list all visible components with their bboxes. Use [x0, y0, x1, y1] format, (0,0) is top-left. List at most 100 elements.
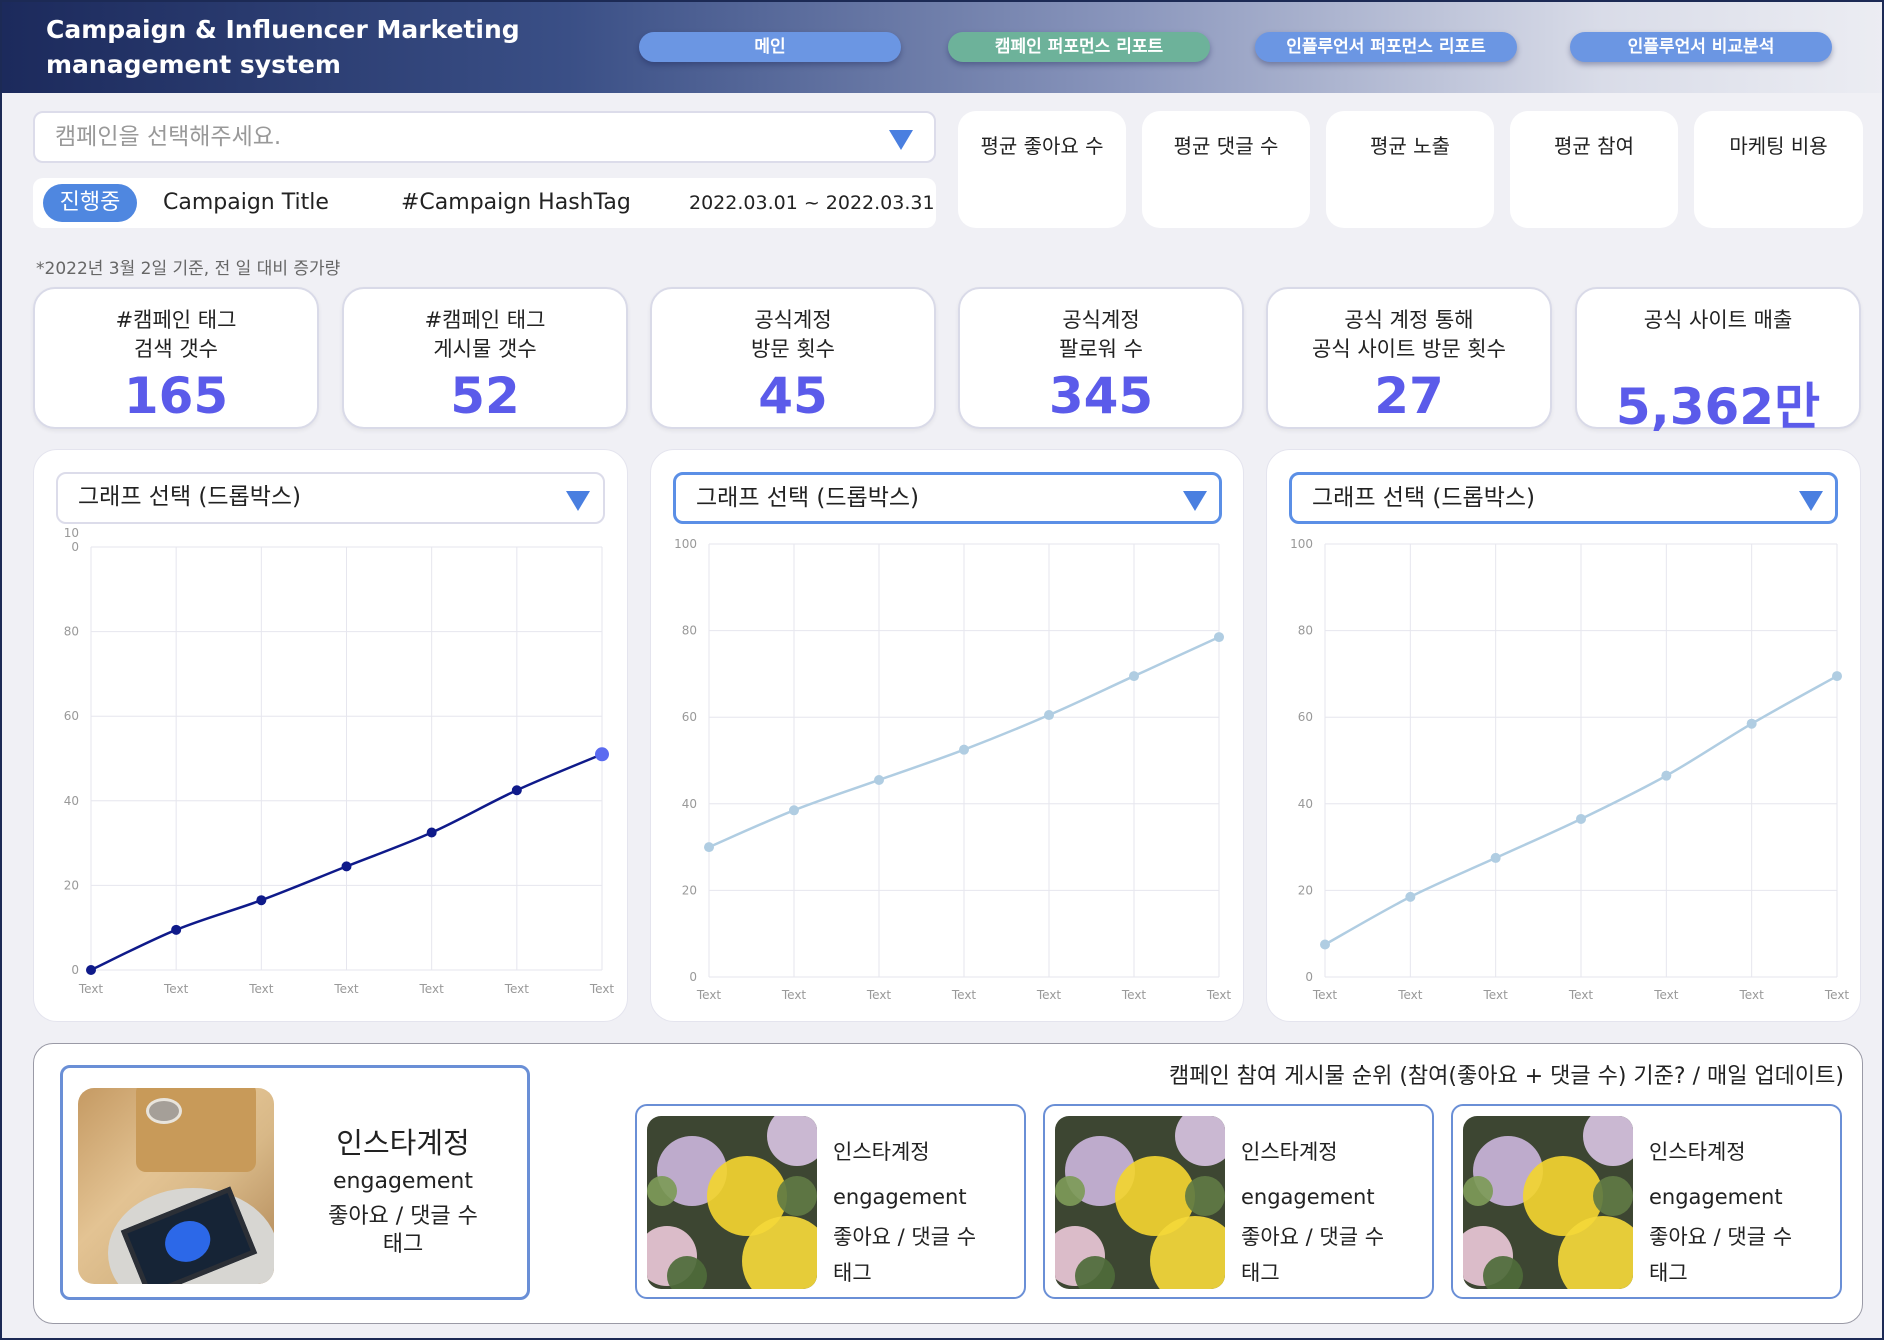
stat-value: 27 [1374, 367, 1444, 425]
y-tick-label: 40 [1298, 797, 1313, 811]
data-point [1576, 813, 1586, 824]
stat-card-official-visits: 공식계정 방문 횟수 45 [650, 287, 936, 429]
post-image [647, 1116, 817, 1289]
y-tick-label: 0 [71, 540, 79, 554]
post-likes-comments: 좋아요 / 댓글 수 [1649, 1225, 1793, 1249]
stat-label-line1: 공식 사이트 매출 [1643, 308, 1793, 332]
data-point [1490, 852, 1501, 863]
y-tick-label: 40 [64, 794, 79, 808]
x-tick-label: Text [1568, 988, 1594, 1002]
featured-post-card[interactable]: 인스타계정 engagement 좋아요 / 댓글 수 태그 [60, 1065, 530, 1300]
data-point [1320, 939, 1330, 950]
campaign-hashtag: #Campaign HashTag [401, 190, 631, 215]
avg-engagement-card: 평균 참여 [1510, 111, 1678, 228]
stat-label: #캠페인 태그 검색 갯수 [35, 306, 317, 364]
avg-impressions-card: 평균 노출 [1326, 111, 1494, 228]
ranking-section: 캠페인 참여 게시물 순위 (참여(좋아요 + 댓글 수) 기준? / 매일 업… [33, 1043, 1863, 1324]
x-tick-label: Text [504, 982, 530, 996]
avg-engagement-label: 평균 참여 [1554, 134, 1634, 158]
y-tick-label: 0 [71, 963, 79, 977]
cup-shape [146, 1098, 182, 1124]
dashboard: Campaign & Influencer Marketing manageme… [0, 0, 1884, 1340]
marketing-cost-label: 마케팅 비용 [1729, 134, 1828, 158]
data-point [1746, 718, 1757, 729]
x-tick-label: Text [78, 982, 104, 996]
avg-comments-card: 평균 댓글 수 [1142, 111, 1310, 228]
y-tick-label: 20 [64, 878, 79, 892]
y-tick-label: 100 [1290, 537, 1313, 551]
flower-shape [1593, 1176, 1633, 1216]
y-tick-label: 60 [1298, 710, 1313, 724]
stat-card-followers: 공식계정 팔로워 수 345 [958, 287, 1244, 429]
post-likes-comments: 좋아요 / 댓글 수 [833, 1225, 977, 1249]
y-tick-label: 10 [64, 526, 79, 540]
data-point [1129, 671, 1139, 682]
x-tick-label: Text [951, 988, 977, 1002]
campaign-select-placeholder: 캠페인을 선택해주세요. [55, 124, 282, 150]
post-account: 인스타계정 [833, 1140, 930, 1164]
brand-line-1: Campaign & Influencer Marketing [46, 15, 520, 44]
stat-label: 공식계정 팔로워 수 [960, 306, 1242, 364]
data-point [959, 744, 969, 755]
nav-influencer-report-button[interactable]: 인플루언서 퍼포먼스 리포트 [1255, 32, 1517, 62]
ranked-post-card-3[interactable]: 인스타계정 engagement 좋아요 / 댓글 수 태그 [1451, 1104, 1842, 1299]
stat-label: #캠페인 태그게시물 갯수 [344, 306, 626, 364]
ranked-post-card-1[interactable]: 인스타계정 engagement 좋아요 / 댓글 수 태그 [635, 1104, 1026, 1299]
x-tick-label: Text [1121, 988, 1147, 1002]
campaign-select[interactable]: 캠페인을 선택해주세요. [33, 111, 936, 163]
stat-label-line2: 검색 갯수 [134, 337, 218, 361]
tablet-bloom-shape [158, 1214, 217, 1269]
data-point [789, 805, 799, 816]
featured-engagement: engagement [333, 1169, 473, 1194]
data-point [1214, 632, 1224, 643]
data-point [171, 924, 182, 935]
x-tick-label: Text [1312, 988, 1338, 1002]
stat-card-tag-posts: #캠페인 태그게시물 갯수 52 [342, 287, 628, 429]
stat-card-site-revenue: 공식 사이트 매출 5,362만 [1575, 287, 1861, 436]
line-chart-3: 0 20 40 60 80 100 Text Text Text Text Text Text Text [1290, 537, 1850, 1002]
nav-main-button[interactable]: 메인 [639, 32, 901, 62]
y-tick-label: 40 [682, 797, 697, 811]
x-tick-label: Text [696, 988, 722, 1002]
ranked-post-card-2[interactable]: 인스타계정 engagement 좋아요 / 댓글 수 태그 [1043, 1104, 1434, 1299]
post-engagement: engagement [1241, 1185, 1375, 1209]
stat-value: 5,362만 [1615, 378, 1821, 436]
data-point [874, 774, 884, 785]
x-tick-label: Text [1397, 988, 1423, 1002]
chart-card-3: 그래프 선택 (드롭박스) 0 20 40 60 80 100 Text Text Text Te… [1266, 449, 1861, 1022]
x-tick-label: Text [1739, 988, 1765, 1002]
campaign-title: Campaign Title [163, 190, 329, 215]
post-engagement: engagement [833, 1185, 967, 1209]
post-tag: 태그 [1649, 1261, 1688, 1285]
stats-note: *2022년 3월 2일 기준, 전 일 대비 증가량 [36, 259, 341, 279]
x-tick-label: Text [419, 982, 445, 996]
data-point [511, 785, 522, 796]
brand-line-2: management system [46, 50, 341, 79]
stat-card-site-visits: 공식 계정 통해 공식 사이트 방문 횟수 27 [1266, 287, 1552, 429]
y-tick-label: 80 [1298, 624, 1313, 638]
x-tick-label: Text [333, 982, 359, 996]
flower-shape [1463, 1176, 1493, 1206]
stat-label: 공식 계정 통해 공식 사이트 방문 횟수 [1268, 306, 1550, 364]
post-likes-comments: 좋아요 / 댓글 수 [1241, 1225, 1385, 1249]
y-tick-label: 80 [682, 624, 697, 638]
stat-value: 52 [450, 367, 520, 425]
brand-title: Campaign & Influencer Marketing manageme… [46, 12, 520, 82]
stat-value: 45 [758, 367, 828, 425]
post-engagement: engagement [1649, 1185, 1783, 1209]
data-point [1661, 770, 1672, 781]
stat-label-line2: 공식 사이트 방문 횟수 [1312, 337, 1506, 361]
nav-influencer-compare-button[interactable]: 인플루언서 비교분석 [1570, 32, 1832, 62]
campaign-period: 2022.03.01 ~ 2022.03.31 [689, 192, 935, 214]
stat-label-line2: 팔로워 수 [1059, 337, 1143, 361]
x-tick-label: Text [1824, 988, 1850, 1002]
y-tick-label: 80 [64, 625, 79, 639]
stat-label-line2: 게시물 갯수 [433, 337, 537, 361]
stat-label-line1: #캠페인 태그 [424, 308, 546, 332]
flower-shape [667, 1256, 707, 1289]
x-tick-label: Text [781, 988, 807, 1002]
data-point [256, 895, 267, 906]
nav-campaign-report-button[interactable]: 캠페인 퍼포먼스 리포트 [948, 32, 1210, 62]
chevron-down-icon [889, 130, 913, 150]
data-point [86, 965, 96, 975]
